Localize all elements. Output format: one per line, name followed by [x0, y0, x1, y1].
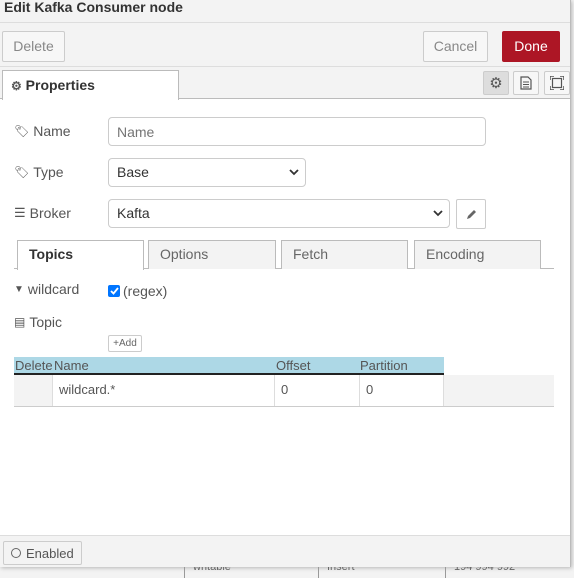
topic-label-row: ▤ Topic [14, 314, 62, 330]
type-select[interactable]: Base [108, 158, 306, 187]
dialog-toolbar: Delete Cancel Done [0, 23, 570, 67]
broker-label-row: ☰ Broker [14, 205, 71, 221]
background-cell: 194 994 992 [445, 567, 515, 578]
done-button[interactable]: Done [502, 31, 560, 62]
delete-cell[interactable] [14, 375, 52, 406]
type-label-row: 🏷 Type [14, 164, 64, 180]
background-table-strip: writable Insert 194 994 992 [184, 567, 574, 578]
dialog-footer: Enabled [0, 535, 570, 567]
check-icon [109, 287, 119, 295]
description-button[interactable] [513, 71, 539, 95]
appearance-button[interactable] [544, 71, 570, 95]
offset-cell[interactable]: 0 [274, 375, 359, 406]
topic-label: Topic [29, 314, 63, 330]
wildcard-checkbox[interactable] [108, 285, 120, 297]
broker-label: Broker [29, 205, 71, 221]
delete-button[interactable]: Delete [2, 31, 65, 62]
dialog-title: Edit Kafka Consumer node [0, 0, 570, 23]
background-cell: Insert [318, 567, 355, 578]
dialog-tabs: ⚙ Properties ⚙ [0, 67, 570, 100]
tab-properties[interactable]: ⚙ Properties [2, 70, 179, 100]
cancel-button[interactable]: Cancel [423, 31, 488, 62]
column-header-offset: Offset [276, 358, 311, 373]
type-label: Type [33, 164, 64, 180]
table-icon: ▤ [14, 315, 26, 329]
edit-broker-button[interactable] [456, 199, 486, 229]
document-icon [520, 76, 532, 90]
enabled-label: Enabled [26, 545, 74, 561]
wildcard-label-row: ▼ wildcard [14, 281, 79, 297]
tab-properties-label: Properties [25, 77, 95, 93]
column-header-name: Name [54, 358, 89, 373]
circle-icon [11, 548, 21, 558]
enabled-toggle[interactable]: Enabled [3, 541, 82, 565]
partition-cell[interactable]: 0 [359, 375, 444, 406]
name-input[interactable] [108, 117, 486, 146]
wildcard-label: wildcard [27, 281, 80, 297]
name-label: Name [33, 123, 71, 139]
broker-select-value: Kafta [117, 205, 150, 221]
filter-icon: ▼ [14, 283, 24, 295]
type-select-value: Base [117, 164, 149, 180]
column-header-delete: Delete [15, 358, 53, 373]
tab-topics[interactable]: Topics [17, 240, 144, 270]
tab-fetch[interactable]: Fetch [281, 240, 408, 269]
topic-name-cell[interactable]: wildcard.* [52, 375, 274, 406]
chevron-down-icon [289, 169, 299, 176]
tag-icon: 🏷 [14, 124, 30, 138]
topics-table: Delete Name Offset Partition wildcard.* … [14, 357, 554, 408]
tab-options[interactable]: Options [148, 240, 276, 269]
background-cell: writable [184, 567, 231, 578]
table-header: Delete Name Offset Partition [14, 357, 444, 375]
regex-label: (regex) [123, 283, 168, 299]
tag-icon: 🏷 [14, 165, 30, 179]
pencil-icon [466, 209, 476, 219]
broker-select[interactable]: Kafta [108, 199, 450, 228]
column-header-partition: Partition [360, 358, 408, 373]
wildcard-checkbox-row: (regex) [108, 283, 167, 299]
list-icon: ☰ [14, 205, 26, 220]
edit-dialog: Edit Kafka Consumer node Delete Cancel D… [0, 0, 571, 567]
topics-subtabs: Topics Options Fetch Encoding [14, 239, 554, 270]
gear-icon: ⚙ [489, 75, 503, 92]
settings-gear-button[interactable]: ⚙ [483, 71, 509, 95]
name-label-row: 🏷 Name [14, 123, 71, 139]
add-label: Add [119, 338, 137, 349]
add-topic-button[interactable]: +Add [108, 335, 142, 352]
table-row: wildcard.* 0 0 [14, 375, 554, 407]
frame-icon [550, 76, 564, 90]
gear-icon: ⚙ [11, 79, 22, 93]
tab-encoding[interactable]: Encoding [414, 240, 541, 269]
chevron-down-icon [433, 210, 443, 217]
